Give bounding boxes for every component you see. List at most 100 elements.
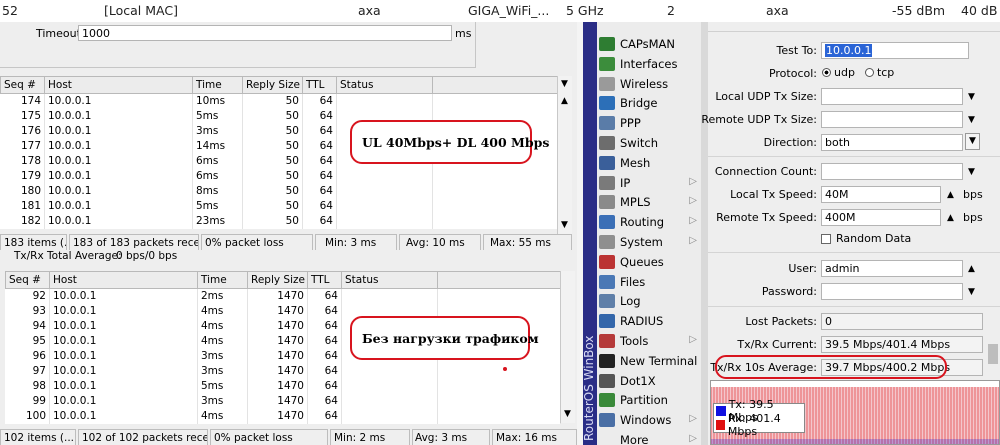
table-cell-filler bbox=[437, 288, 561, 304]
random-data-checkbox[interactable]: Random Data bbox=[821, 232, 911, 245]
column-header[interactable]: TTL bbox=[307, 271, 342, 289]
table-cell: 179 bbox=[0, 168, 45, 184]
menu-item-bridge[interactable]: Bridge bbox=[597, 93, 701, 113]
table-cell: 64 bbox=[307, 333, 342, 349]
menu-item-more[interactable]: More ▷ bbox=[597, 430, 701, 445]
timeout-input[interactable]: 1000 bbox=[78, 25, 452, 41]
table-row[interactable]: 100 10.0.0.1 4ms 1470 64 bbox=[5, 408, 561, 424]
table-cell-filler bbox=[437, 393, 561, 409]
radio-udp-label: udp bbox=[834, 66, 855, 79]
chevron-down-icon[interactable]: ▼ bbox=[968, 287, 975, 297]
local-tx-speed-input[interactable]: 40M bbox=[821, 186, 941, 203]
menu-item-capsman[interactable]: CAPsMAN bbox=[597, 34, 701, 54]
menu-item-switch[interactable]: Switch bbox=[597, 133, 701, 153]
column-header[interactable]: Reply Size bbox=[242, 76, 303, 94]
chevron-down-icon: ▼ bbox=[969, 136, 976, 146]
table-row[interactable]: 181 10.0.0.1 5ms 50 64 bbox=[0, 198, 558, 214]
column-header[interactable]: Seq # bbox=[5, 271, 50, 289]
column-header[interactable]: Time bbox=[192, 76, 243, 94]
connection-count-input[interactable] bbox=[821, 163, 963, 180]
direction-select[interactable]: both bbox=[821, 134, 963, 151]
table-cell: 6ms bbox=[192, 153, 243, 169]
menu-item-dot1x[interactable]: Dot1X bbox=[597, 371, 701, 391]
menu-item-new-terminal[interactable]: New Terminal bbox=[597, 351, 701, 371]
column-header[interactable]: TTL bbox=[302, 76, 337, 94]
menu-item-wireless[interactable]: Wireless bbox=[597, 74, 701, 94]
table-cell: 64 bbox=[302, 138, 337, 154]
table-cell: 10.0.0.1 bbox=[49, 288, 198, 304]
chevron-up-icon[interactable]: ▲ bbox=[947, 213, 954, 223]
table-cell: 64 bbox=[307, 378, 342, 394]
local-udp-input[interactable] bbox=[821, 88, 963, 105]
user-input[interactable]: admin bbox=[821, 260, 963, 277]
table-row[interactable]: 98 10.0.0.1 5ms 1470 64 bbox=[5, 378, 561, 394]
column-header-filler bbox=[432, 76, 558, 94]
txrx-total-label: Tx/Rx Total Average: bbox=[14, 250, 122, 262]
table-row[interactable]: 179 10.0.0.1 6ms 50 64 bbox=[0, 168, 558, 184]
ping-window-loaded: Timeout: 1000 ms Seq # Host Time Reply Size… bbox=[0, 22, 577, 258]
dropdown-button[interactable]: ▼ bbox=[965, 133, 980, 150]
menu-item-interfaces[interactable]: Interfaces bbox=[597, 54, 701, 74]
menu-item-label: IP bbox=[620, 175, 631, 190]
menu-item-partition[interactable]: Partition bbox=[597, 390, 701, 410]
txrx-total-row: Tx/Rx Total Average: 0 bps/0 bps bbox=[0, 250, 577, 264]
menu-item-ip[interactable]: IP ▷ bbox=[597, 173, 701, 193]
password-input[interactable] bbox=[821, 283, 963, 300]
menu-item-label: Partition bbox=[620, 393, 668, 408]
menu-item-mpls[interactable]: MPLS ▷ bbox=[597, 192, 701, 212]
protocol-radio-group: udp tcp bbox=[822, 66, 894, 79]
remote-udp-input[interactable] bbox=[821, 111, 963, 128]
chevron-down-icon[interactable]: ▼ bbox=[968, 167, 975, 177]
table-row[interactable]: 99 10.0.0.1 3ms 1470 64 bbox=[5, 393, 561, 409]
column-header[interactable]: Reply Size bbox=[247, 271, 308, 289]
chevron-up-icon[interactable]: ▲ bbox=[968, 264, 975, 274]
column-header[interactable]: Time bbox=[197, 271, 248, 289]
radio-udp[interactable]: udp bbox=[822, 66, 855, 79]
table-cell: 14ms bbox=[192, 138, 243, 154]
menu-item-windows[interactable]: Windows ▷ bbox=[597, 410, 701, 430]
table-row[interactable]: 180 10.0.0.1 8ms 50 64 bbox=[0, 183, 558, 199]
column-header[interactable]: Host bbox=[44, 76, 193, 94]
panel-scrollbar[interactable] bbox=[988, 344, 998, 364]
chevron-up-icon[interactable]: ▲ bbox=[947, 190, 954, 200]
menu-item-mesh[interactable]: Mesh bbox=[597, 153, 701, 173]
table-cell: 10.0.0.1 bbox=[44, 153, 193, 169]
menu-item-files[interactable]: Files bbox=[597, 272, 701, 292]
column-header[interactable]: Host bbox=[49, 271, 198, 289]
table-scrollbar[interactable]: ▼ bbox=[560, 271, 575, 423]
menu-item-tools[interactable]: Tools ▷ bbox=[597, 331, 701, 351]
table-cell: 6ms bbox=[192, 168, 243, 184]
table-cell: 64 bbox=[302, 198, 337, 214]
menu-item-label: Switch bbox=[620, 136, 659, 150]
menu-item-label: More bbox=[620, 433, 649, 445]
menu-item-ppp[interactable]: PPP bbox=[597, 113, 701, 133]
column-header[interactable]: Seq # bbox=[0, 76, 45, 94]
chevron-down-icon: ▼ bbox=[561, 220, 568, 230]
radio-tcp[interactable]: tcp bbox=[864, 66, 894, 79]
menu-item-log[interactable]: Log bbox=[597, 291, 701, 311]
chevron-down-icon[interactable]: ▼ bbox=[968, 115, 975, 125]
table-cell: 10.0.0.1 bbox=[44, 93, 193, 109]
table-row[interactable]: 97 10.0.0.1 3ms 1470 64 bbox=[5, 363, 561, 379]
menu-item-system[interactable]: System ▷ bbox=[597, 232, 701, 252]
wireless-registration-row[interactable]: 52 [Local MAC] axa GIGA_WiFi_... 5 GHz 2… bbox=[0, 0, 1000, 22]
table-row[interactable]: 182 10.0.0.1 23ms 50 64 bbox=[0, 213, 558, 229]
table-cell: 64 bbox=[302, 153, 337, 169]
menu-item-routing[interactable]: Routing ▷ bbox=[597, 212, 701, 232]
table-cell: 1470 bbox=[247, 348, 308, 364]
column-header[interactable]: Status bbox=[336, 76, 433, 94]
table-scrollbar[interactable]: ▼ ▲ ▼ bbox=[557, 76, 572, 234]
table-row[interactable]: 92 10.0.0.1 2ms 1470 64 bbox=[5, 288, 561, 304]
table-cell bbox=[336, 183, 433, 199]
column-header[interactable]: Status bbox=[341, 271, 438, 289]
txrx-current-value: 39.5 Mbps/401.4 Mbps bbox=[821, 336, 983, 353]
ping-status-bar: 102 items (... 102 of 102 packets receiv… bbox=[0, 429, 577, 445]
test-to-input[interactable]: 10.0.0.1 bbox=[821, 42, 969, 59]
tools-icon bbox=[599, 334, 615, 348]
table-cell: 4ms bbox=[197, 408, 248, 424]
menu-item-radius[interactable]: RADIUS bbox=[597, 311, 701, 331]
menu-item-queues[interactable]: Queues bbox=[597, 252, 701, 272]
chevron-down-icon[interactable]: ▼ bbox=[968, 92, 975, 102]
table-row[interactable]: 174 10.0.0.1 10ms 50 64 bbox=[0, 93, 558, 109]
remote-tx-speed-input[interactable]: 400M bbox=[821, 209, 941, 226]
